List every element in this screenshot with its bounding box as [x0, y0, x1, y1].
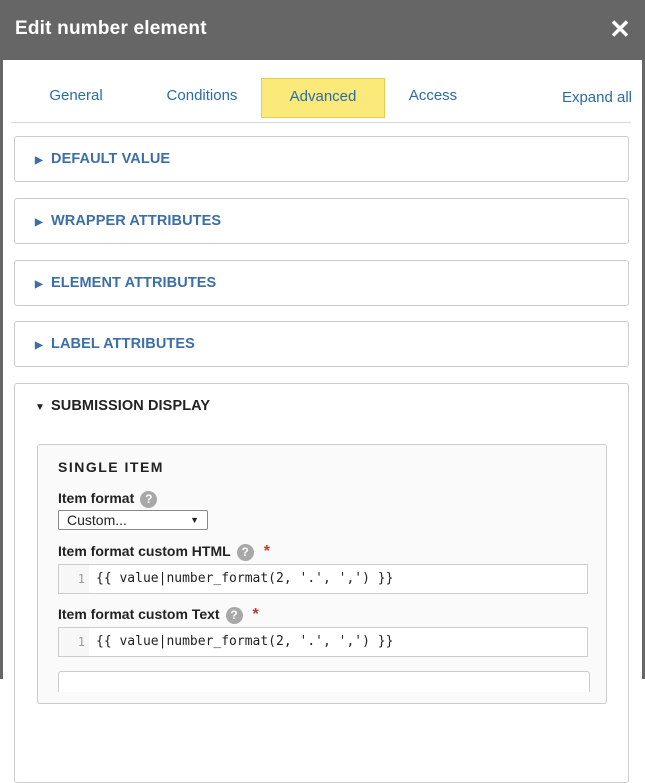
section-label-attributes[interactable]: ▶ LABEL ATTRIBUTES [14, 321, 629, 367]
line-number: 1 [59, 565, 89, 593]
help-icon[interactable]: ? [225, 606, 243, 624]
section-label: DEFAULT VALUE [51, 151, 171, 167]
section-element-attributes[interactable]: ▶ ELEMENT ATTRIBUTES [14, 260, 629, 306]
line-number: 1 [59, 628, 89, 656]
item-format-label: Item format? [58, 490, 158, 508]
section-submission-display: ▼ SUBMISSION DISPLAY SINGLE ITEM Item for… [14, 383, 629, 783]
close-icon[interactable]: ✕ [606, 14, 634, 44]
dialog-title: Edit number element [15, 18, 207, 39]
tab-general[interactable]: General [31, 76, 121, 116]
custom-text-code-editor[interactable]: 1 {{ value|number_format(2, '.', ',') }} [58, 627, 588, 657]
section-label: ELEMENT ATTRIBUTES [51, 275, 217, 291]
item-format-label-text: Item format [58, 490, 135, 506]
section-header[interactable]: ▼ SUBMISSION DISPLAY [35, 398, 210, 414]
dropdown-arrow-icon: ▼ [190, 515, 199, 525]
code-line: {{ value|number_format(2, '.', ',') }} [96, 571, 394, 586]
section-header[interactable]: ▶ WRAPPER ATTRIBUTES [35, 213, 221, 229]
triangle-right-icon: ▶ [35, 279, 43, 290]
section-label: SUBMISSION DISPLAY [51, 398, 211, 414]
section-header[interactable]: ▶ LABEL ATTRIBUTES [35, 336, 195, 352]
partial-fieldset [58, 671, 590, 692]
tab-advanced[interactable]: Advanced [261, 78, 385, 118]
edit-element-dialog: Edit number element ✕ General Conditions… [0, 0, 645, 783]
triangle-down-icon: ▼ [35, 402, 45, 413]
triangle-right-icon: ▶ [35, 340, 43, 351]
expand-all-link[interactable]: Expand all [562, 89, 632, 106]
custom-text-label-text: Item format custom Text [58, 606, 220, 622]
custom-html-code-editor[interactable]: 1 {{ value|number_format(2, '.', ',') }} [58, 564, 588, 594]
tab-bar: General Conditions Advanced Access [11, 76, 631, 123]
custom-text-label: Item format custom Text? * [58, 606, 259, 624]
code-line: {{ value|number_format(2, '.', ',') }} [96, 634, 394, 649]
section-header[interactable]: ▶ ELEMENT ATTRIBUTES [35, 275, 216, 291]
section-label: WRAPPER ATTRIBUTES [51, 213, 222, 229]
section-wrapper-attributes[interactable]: ▶ WRAPPER ATTRIBUTES [14, 198, 629, 244]
section-label: LABEL ATTRIBUTES [51, 336, 195, 352]
tab-access[interactable]: Access [393, 76, 473, 116]
triangle-right-icon: ▶ [35, 155, 43, 166]
help-icon[interactable]: ? [236, 543, 254, 561]
item-format-selected-value: Custom... [67, 512, 127, 528]
triangle-right-icon: ▶ [35, 217, 43, 228]
dialog-titlebar: Edit number element ✕ [3, 0, 642, 60]
help-icon[interactable]: ? [140, 490, 158, 508]
required-marker: * [263, 543, 270, 560]
section-header[interactable]: ▶ DEFAULT VALUE [35, 151, 170, 167]
required-marker: * [252, 606, 259, 623]
fieldset-title: SINGLE ITEM [58, 459, 164, 475]
section-default-value[interactable]: ▶ DEFAULT VALUE [14, 136, 629, 182]
custom-html-label-text: Item format custom HTML [58, 543, 231, 559]
single-item-fieldset: SINGLE ITEM Item format? Custom... ▼ Ite… [37, 444, 607, 704]
item-format-select[interactable]: Custom... ▼ [58, 510, 208, 530]
tab-conditions[interactable]: Conditions [147, 76, 257, 116]
custom-html-label: Item format custom HTML? * [58, 543, 270, 561]
